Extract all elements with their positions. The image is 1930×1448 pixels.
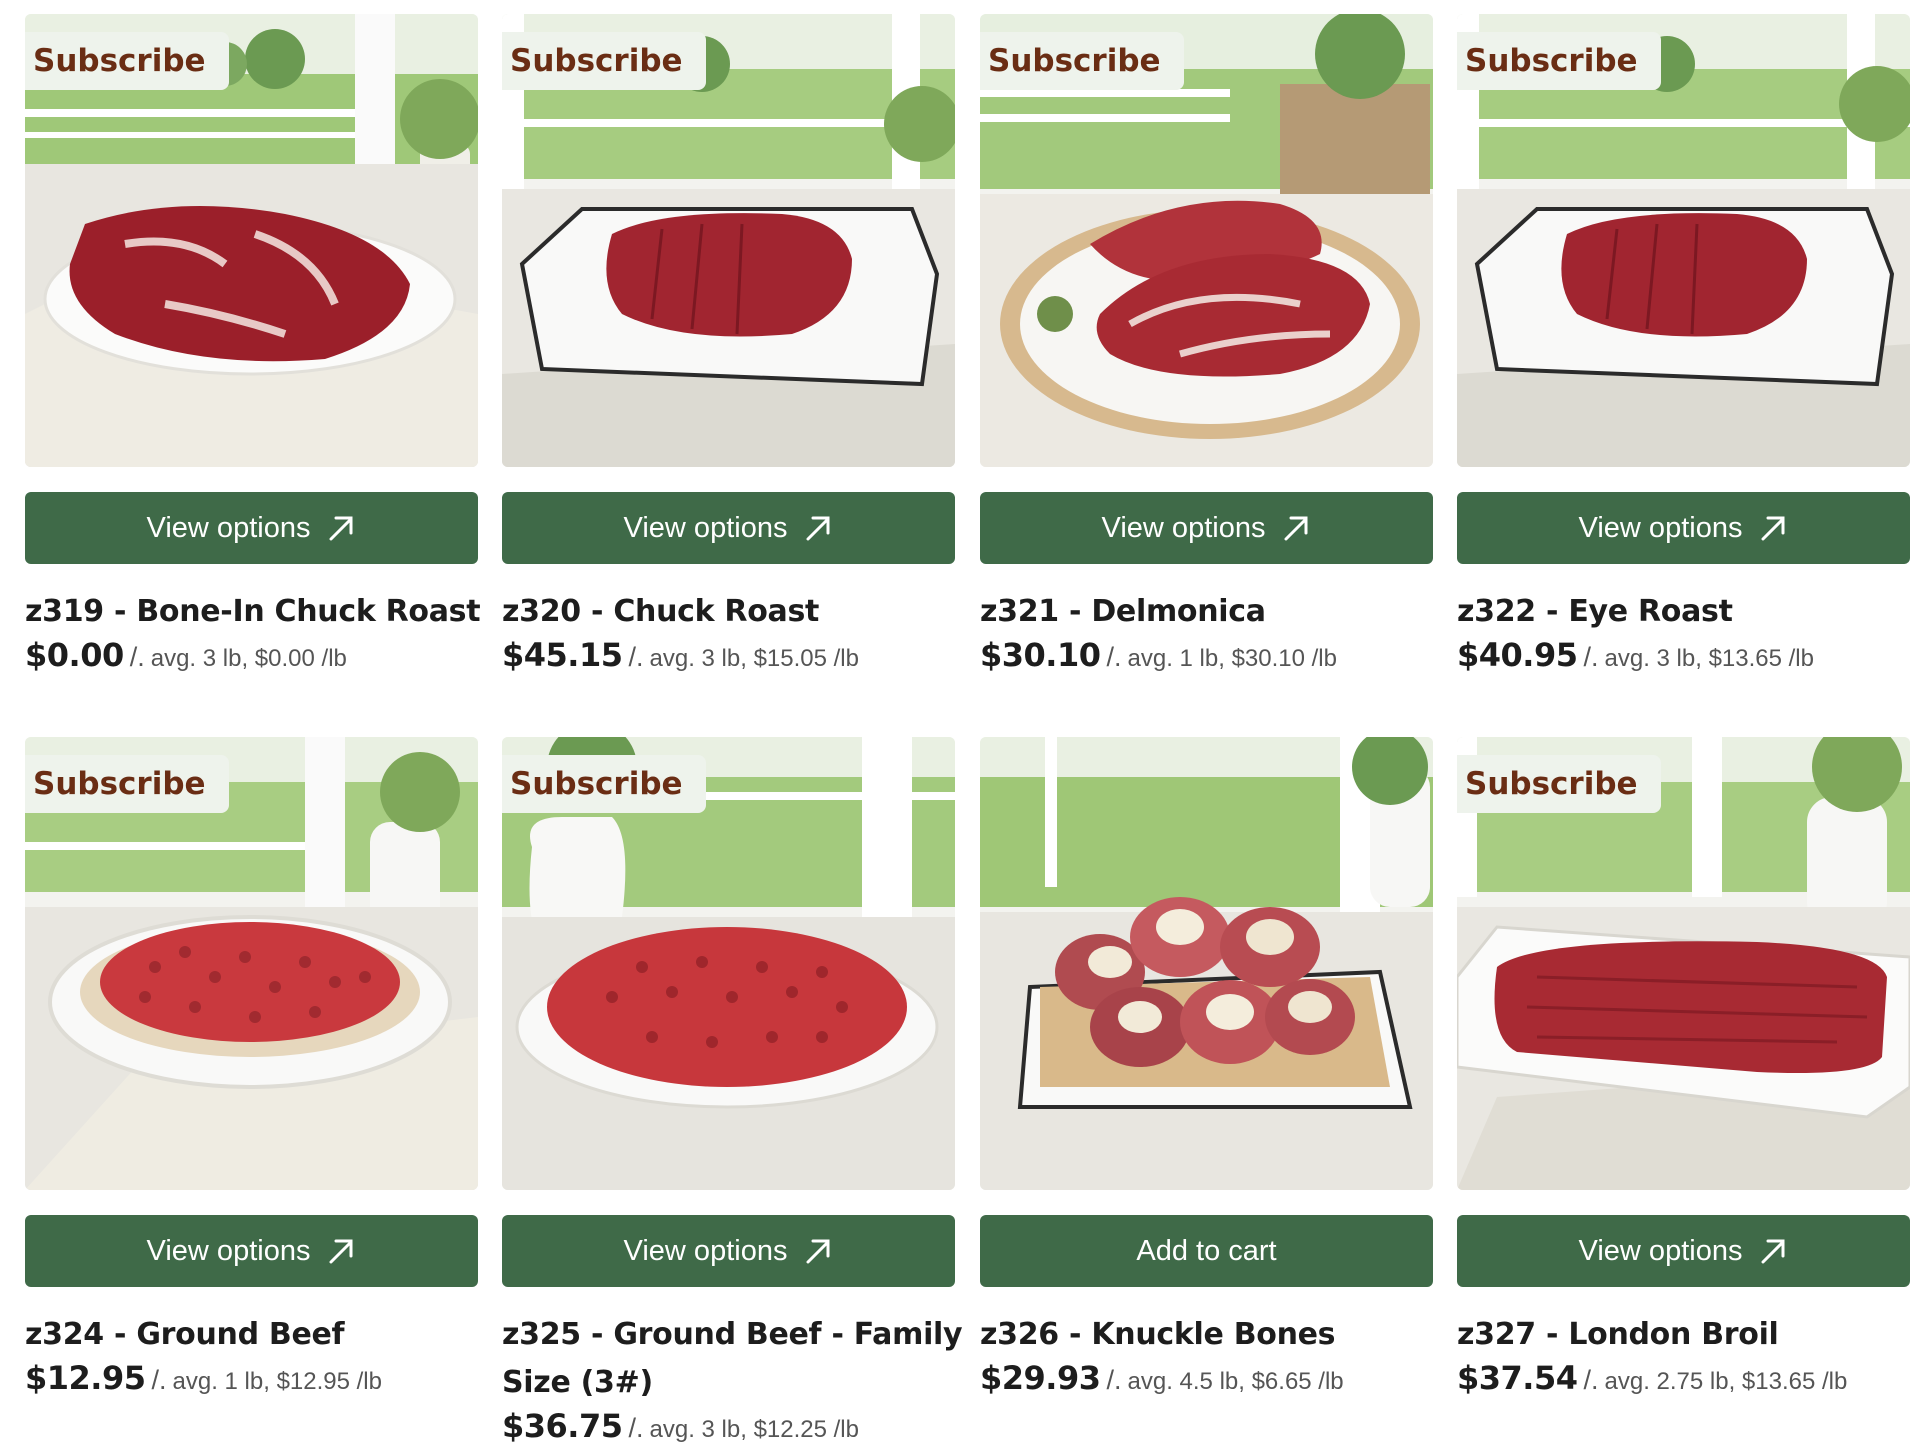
product-image-ground-beef-family[interactable]: Subscribe [502, 737, 955, 1190]
product-title[interactable]: z326 - Knuckle Bones [980, 1311, 1460, 1359]
product-card: Add to cart z326 - Knuckle Bones $29.93/… [980, 737, 1433, 1397]
product-image-chuck-roast-tray[interactable]: Subscribe [502, 14, 955, 467]
price-line: $36.75/. avg. 3 lb, $12.25 /lb [502, 1407, 859, 1445]
view-options-button[interactable]: View options [1457, 1215, 1910, 1287]
price-separator: /. [628, 642, 644, 672]
price-separator: /. [1583, 642, 1599, 672]
product-price: $29.93 [980, 1359, 1101, 1397]
view-options-button[interactable]: View options [502, 492, 955, 564]
subscribe-badge: Subscribe [1457, 32, 1661, 90]
product-grid: Subscribe View options z319 - Bone-In Ch… [0, 0, 1930, 1448]
product-price: $12.95 [25, 1359, 146, 1397]
product-image-eye-roast[interactable]: Subscribe [1457, 14, 1910, 467]
price-line: $12.95/. avg. 1 lb, $12.95 /lb [25, 1359, 382, 1397]
product-price: $40.95 [1457, 636, 1578, 674]
button-label: View options [623, 1234, 788, 1267]
unit-price-info: avg. 1 lb, $12.95 /lb [172, 1368, 382, 1395]
product-price: $36.75 [502, 1407, 623, 1445]
button-label: View options [1578, 1234, 1743, 1267]
subscribe-badge: Subscribe [502, 32, 706, 90]
price-separator: /. [129, 642, 145, 672]
product-title[interactable]: z322 - Eye Roast [1457, 588, 1930, 636]
price-line: $37.54/. avg. 2.75 lb, $13.65 /lb [1457, 1359, 1847, 1397]
button-label: View options [146, 1234, 311, 1267]
unit-price-info: avg. 3 lb, $15.05 /lb [649, 645, 859, 672]
unit-price-info: avg. 2.75 lb, $13.65 /lb [1604, 1368, 1848, 1395]
price-line: $30.10/. avg. 1 lb, $30.10 /lb [980, 636, 1337, 674]
price-separator: /. [151, 1365, 167, 1395]
product-card: Subscribe View options z319 - Bone-In Ch… [25, 14, 481, 674]
product-title[interactable]: z324 - Ground Beef [25, 1311, 505, 1359]
product-image-delmonica[interactable]: Subscribe [980, 14, 1433, 467]
button-label: View options [1578, 511, 1743, 544]
arrow-up-right-icon [806, 516, 830, 541]
subscribe-badge: Subscribe [502, 755, 706, 813]
product-card: Subscribe View options z327 - London Bro… [1457, 737, 1910, 1397]
unit-price-info: avg. 3 lb, $12.25 /lb [649, 1416, 859, 1443]
unit-price-info: avg. 1 lb, $30.10 /lb [1127, 645, 1337, 672]
product-price: $30.10 [980, 636, 1101, 674]
view-options-button[interactable]: View options [980, 492, 1433, 564]
price-separator: /. [1106, 642, 1122, 672]
unit-price-info: avg. 4.5 lb, $6.65 /lb [1127, 1368, 1344, 1395]
price-line: $29.93/. avg. 4.5 lb, $6.65 /lb [980, 1359, 1344, 1397]
button-label: View options [1101, 511, 1266, 544]
price-separator: /. [1106, 1365, 1122, 1395]
price-line: $40.95/. avg. 3 lb, $13.65 /lb [1457, 636, 1814, 674]
product-card: Subscribe View options z320 - Chuck Roas… [502, 14, 955, 674]
view-options-button[interactable]: View options [25, 492, 478, 564]
arrow-up-right-icon [1761, 1239, 1785, 1264]
product-price: $0.00 [25, 636, 124, 674]
product-image-knuckle-bones[interactable] [980, 737, 1433, 1190]
arrow-up-right-icon [806, 1239, 830, 1264]
subscribe-badge: Subscribe [25, 755, 229, 813]
view-options-button[interactable]: View options [1457, 492, 1910, 564]
product-title[interactable]: z325 - Ground Beef - Family Size (3#) [502, 1311, 982, 1407]
view-options-button[interactable]: View options [25, 1215, 478, 1287]
product-image-ground-beef[interactable]: Subscribe [25, 737, 478, 1190]
product-price: $45.15 [502, 636, 623, 674]
button-label: View options [146, 511, 311, 544]
price-separator: /. [628, 1413, 644, 1443]
arrow-up-right-icon [1284, 516, 1308, 541]
button-label: Add to cart [1136, 1234, 1277, 1267]
arrow-up-right-icon [1761, 516, 1785, 541]
product-title[interactable]: z320 - Chuck Roast [502, 588, 982, 636]
button-label: View options [623, 511, 788, 544]
product-card: Subscribe View options z325 - Ground Bee… [502, 737, 963, 1445]
subscribe-badge: Subscribe [1457, 755, 1661, 813]
subscribe-badge: Subscribe [25, 32, 229, 90]
add-to-cart-button[interactable]: Add to cart [980, 1215, 1433, 1287]
arrow-up-right-icon [329, 516, 353, 541]
product-image-london-broil[interactable]: Subscribe [1457, 737, 1910, 1190]
product-card: Subscribe View options z321 - Delmonica … [980, 14, 1433, 674]
unit-price-info: avg. 3 lb, $13.65 /lb [1604, 645, 1814, 672]
product-title[interactable]: z327 - London Broil [1457, 1311, 1930, 1359]
product-card: Subscribe View options z324 - Ground Bee… [25, 737, 478, 1397]
product-card: Subscribe View options z322 - Eye Roast … [1457, 14, 1910, 674]
product-title[interactable]: z319 - Bone-In Chuck Roast [25, 588, 505, 636]
product-price: $37.54 [1457, 1359, 1578, 1397]
product-title[interactable]: z321 - Delmonica [980, 588, 1460, 636]
view-options-button[interactable]: View options [502, 1215, 955, 1287]
arrow-up-right-icon [329, 1239, 353, 1264]
price-line: $0.00/. avg. 3 lb, $0.00 /lb [25, 636, 347, 674]
product-image-chuck-roast[interactable]: Subscribe [25, 14, 478, 467]
subscribe-badge: Subscribe [980, 32, 1184, 90]
unit-price-info: avg. 3 lb, $0.00 /lb [150, 645, 347, 672]
price-line: $45.15/. avg. 3 lb, $15.05 /lb [502, 636, 859, 674]
price-separator: /. [1583, 1365, 1599, 1395]
